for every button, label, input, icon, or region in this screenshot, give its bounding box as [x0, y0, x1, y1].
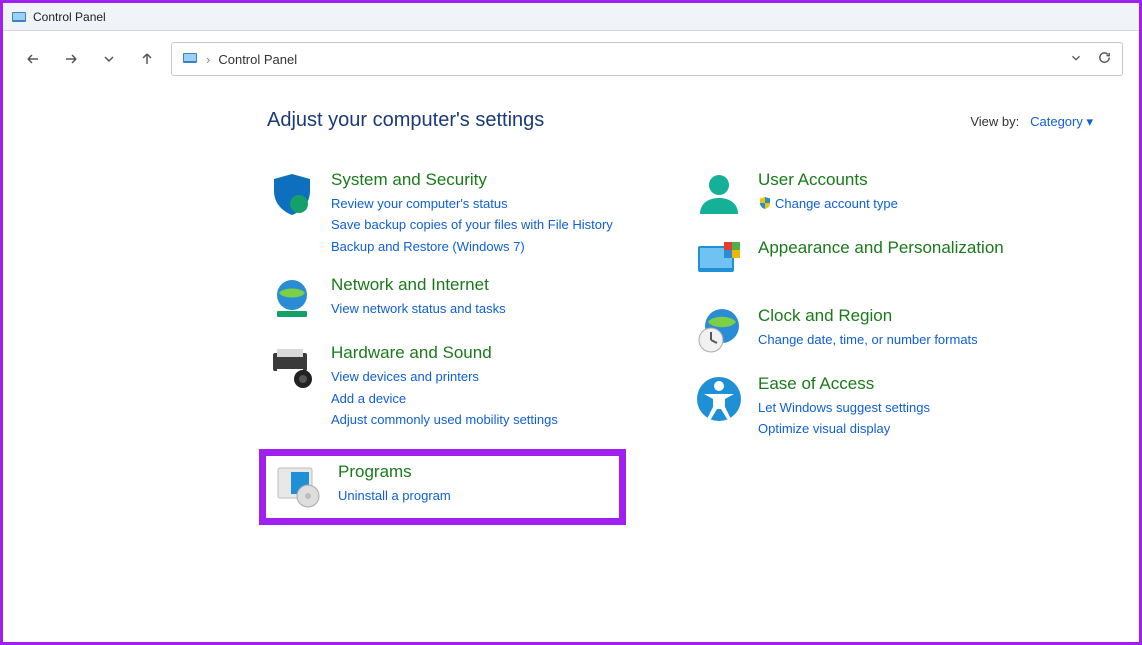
- category-link[interactable]: Review your computer's status: [331, 193, 666, 214]
- category-title[interactable]: Clock and Region: [758, 306, 1093, 326]
- category-link[interactable]: Adjust commonly used mobility settings: [331, 409, 666, 430]
- programs-icon: [274, 462, 324, 512]
- address-dropdown-icon[interactable]: [1069, 51, 1083, 68]
- shield-icon: [267, 170, 317, 220]
- globe-icon: [267, 275, 317, 325]
- category-link[interactable]: Uninstall a program: [338, 485, 611, 506]
- category-link[interactable]: Change date, time, or number formats: [758, 329, 1093, 350]
- forward-button[interactable]: [57, 45, 85, 73]
- address-bar[interactable]: › Control Panel: [171, 42, 1123, 76]
- category-title[interactable]: Ease of Access: [758, 374, 1093, 394]
- window-title: Control Panel: [33, 10, 106, 24]
- back-button[interactable]: [19, 45, 47, 73]
- titlebar: Control Panel: [3, 3, 1139, 31]
- content-area: Adjust your computer's settings View by:…: [3, 87, 1139, 535]
- category-ease-of-access: Ease of Access Let Windows suggest setti…: [694, 374, 1093, 440]
- clock-icon: [694, 306, 744, 356]
- recent-dropdown[interactable]: [95, 45, 123, 73]
- category-user-accounts: User Accounts Change account type: [694, 170, 1093, 220]
- category-title[interactable]: Appearance and Personalization: [758, 238, 1093, 258]
- printer-icon: [267, 343, 317, 393]
- app-icon: [11, 9, 27, 25]
- category-link[interactable]: View devices and printers: [331, 366, 666, 387]
- category-link[interactable]: Change account type: [758, 193, 1093, 214]
- category-hardware-sound: Hardware and Sound View devices and prin…: [267, 343, 666, 430]
- category-title[interactable]: System and Security: [331, 170, 666, 190]
- navbar: › Control Panel: [3, 31, 1139, 87]
- up-button[interactable]: [133, 45, 161, 73]
- breadcrumb-separator: ›: [206, 52, 210, 67]
- category-system-security: System and Security Review your computer…: [267, 170, 666, 257]
- page-title: Adjust your computer's settings: [267, 109, 544, 132]
- view-by-value[interactable]: Category ▾: [1030, 114, 1093, 129]
- user-icon: [694, 170, 744, 220]
- category-appearance-personalization: Appearance and Personalization: [694, 238, 1093, 288]
- category-clock-region: Clock and Region Change date, time, or n…: [694, 306, 1093, 356]
- personalization-icon: [694, 238, 744, 288]
- ease-icon: [694, 374, 744, 424]
- refresh-icon[interactable]: [1097, 50, 1112, 68]
- category-link[interactable]: Let Windows suggest settings: [758, 397, 1093, 418]
- category-link[interactable]: View network status and tasks: [331, 298, 666, 319]
- category-title[interactable]: Network and Internet: [331, 275, 666, 295]
- category-title[interactable]: Programs: [338, 462, 611, 482]
- left-column: System and Security Review your computer…: [267, 170, 666, 525]
- category-link[interactable]: Save backup copies of your files with Fi…: [331, 214, 666, 235]
- address-icon: [182, 50, 198, 69]
- category-link[interactable]: Backup and Restore (Windows 7): [331, 236, 666, 257]
- view-by-label: View by:: [970, 114, 1019, 129]
- category-title[interactable]: User Accounts: [758, 170, 1093, 190]
- uac-shield-icon: [758, 195, 772, 209]
- category-link[interactable]: Add a device: [331, 388, 666, 409]
- breadcrumb[interactable]: Control Panel: [218, 52, 297, 67]
- right-column: User Accounts Change account type Appear…: [694, 170, 1093, 525]
- category-network-internet: Network and Internet View network status…: [267, 275, 666, 325]
- category-link[interactable]: Optimize visual display: [758, 418, 1093, 439]
- view-by: View by: Category ▾: [970, 114, 1093, 130]
- category-programs: Programs Uninstall a program: [259, 449, 626, 525]
- category-title[interactable]: Hardware and Sound: [331, 343, 666, 363]
